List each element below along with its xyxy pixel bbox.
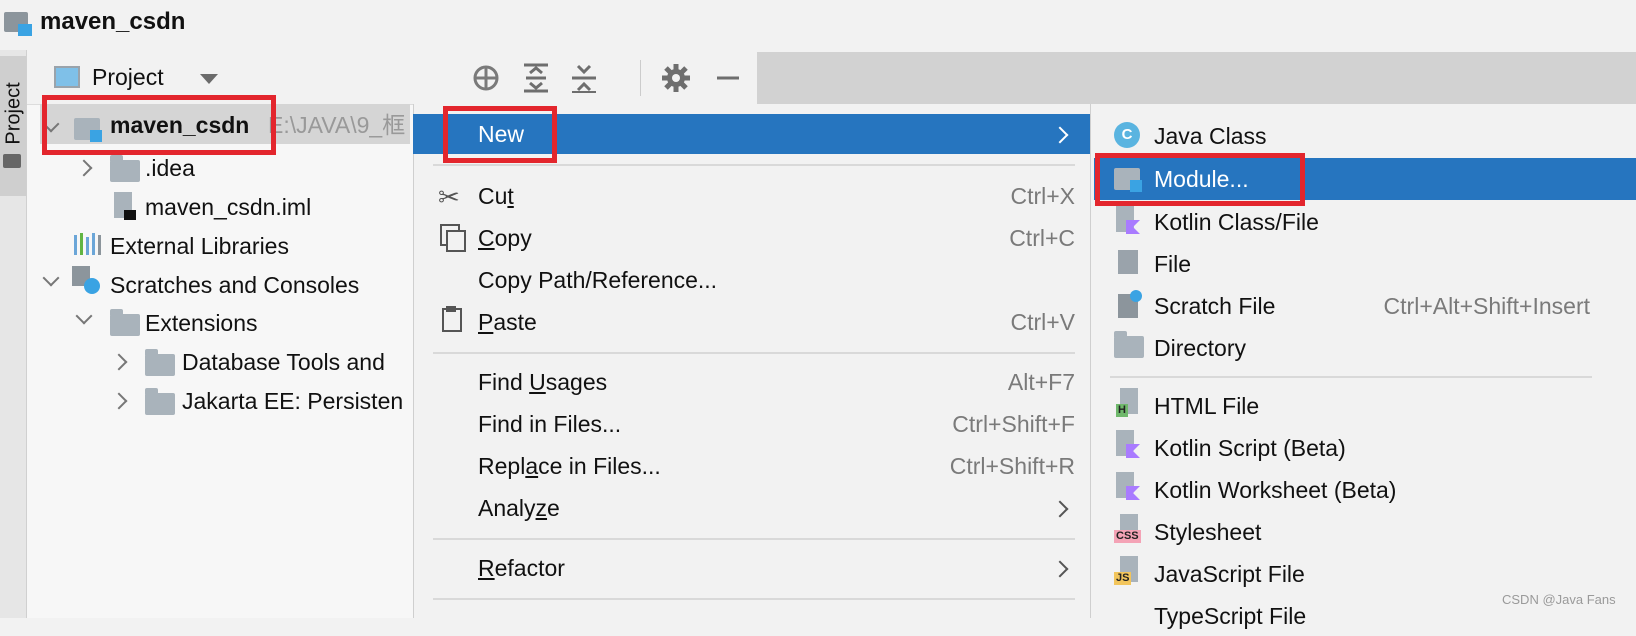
folder-icon (145, 349, 175, 376)
window-title: maven_csdn (40, 8, 186, 35)
watermark: CSDN @Java Fans (1502, 592, 1616, 607)
tree-item-jakarta-ee[interactable]: Jakarta EE: Persisten (182, 382, 403, 420)
kotlin-worksheet-icon (1116, 472, 1142, 502)
folder-icon (1114, 331, 1144, 358)
project-view-icon (54, 66, 80, 88)
tree-item-extensions[interactable]: Extensions (145, 304, 258, 342)
submenu-item-directory[interactable]: Directory (1154, 328, 1246, 368)
chevron-down-icon[interactable] (200, 74, 218, 84)
paste-icon (442, 306, 462, 332)
menu-separator (433, 598, 1075, 600)
scratches-icon (72, 266, 104, 296)
locate-icon[interactable] (470, 62, 502, 94)
submenu-item-kotlin-class[interactable]: Kotlin Class/File (1154, 202, 1319, 242)
tree-item-iml[interactable]: maven_csdn.iml (145, 188, 311, 226)
submenu-item-html-file[interactable]: HTML File (1154, 386, 1259, 426)
submenu-item-kotlin-script[interactable]: Kotlin Script (Beta) (1154, 428, 1346, 468)
stylesheet-icon: CSS (1114, 514, 1146, 544)
menu-item-analyze[interactable]: Analyze (478, 488, 560, 528)
shortcut-find-usages: Alt+F7 (1007, 369, 1075, 395)
shortcut-find-in-files: Ctrl+Shift+F (952, 411, 1075, 437)
folder-icon (110, 155, 140, 182)
submenu-item-kotlin-worksheet[interactable]: Kotlin Worksheet (Beta) (1154, 470, 1396, 510)
project-view-selector[interactable]: Project (92, 64, 164, 91)
scissors-icon: ✂ (438, 182, 460, 212)
collapse-all-icon[interactable] (568, 62, 600, 94)
menu-item-copy[interactable]: Copy (478, 218, 532, 258)
menu-item-find-in-files[interactable]: Find in Files... (478, 404, 621, 444)
scratch-file-icon (1116, 290, 1144, 320)
java-class-icon: C (1114, 122, 1140, 148)
expand-all-icon[interactable] (520, 62, 552, 94)
tree-item-database-tools[interactable]: Database Tools and (182, 343, 385, 381)
menu-item-find-usages[interactable]: Find Usages (478, 362, 607, 402)
javascript-file-icon: JS (1114, 556, 1146, 586)
folder-icon (3, 154, 21, 168)
menu-separator (433, 352, 1075, 354)
file-icon (1118, 250, 1138, 274)
shortcut-paste: Ctrl+V (1010, 309, 1075, 335)
highlight-box (42, 95, 276, 155)
hide-panel-icon[interactable] (712, 62, 744, 94)
folder-icon (145, 388, 175, 415)
project-folder-icon (4, 8, 34, 36)
highlight-box (443, 106, 557, 163)
submenu-item-scratch-file[interactable]: Scratch File (1154, 286, 1275, 326)
menu-item-replace-in-files[interactable]: Replace in Files... (478, 446, 661, 486)
menu-item-paste[interactable]: Paste (478, 302, 537, 342)
title-bar (0, 0, 1636, 50)
editor-area (757, 52, 1636, 104)
iml-file-icon (114, 192, 136, 222)
submenu-item-java-class[interactable]: Java Class (1154, 116, 1266, 156)
menu-item-cut[interactable]: Cut (478, 176, 514, 216)
shortcut-scratch-file: Ctrl+Alt+Shift+Insert (1383, 293, 1590, 319)
tree-item-root-path: E:\JAVA\9_框 (268, 112, 406, 138)
toolbar-separator (640, 60, 641, 96)
menu-item-refactor[interactable]: Refactor (478, 548, 565, 588)
submenu-item-typescript-file[interactable]: TypeScript File (1154, 596, 1306, 636)
menu-item-copy-path[interactable]: Copy Path/Reference... (478, 260, 717, 300)
submenu-item-javascript-file[interactable]: JavaScript File (1154, 554, 1305, 594)
tree-item-scratches[interactable]: Scratches and Consoles (110, 266, 359, 304)
menu-separator (433, 538, 1075, 540)
shortcut-cut: Ctrl+X (1010, 183, 1075, 209)
menu-separator (433, 164, 1075, 166)
copy-icon (440, 224, 466, 252)
submenu-item-file[interactable]: File (1154, 244, 1191, 284)
highlight-box (1095, 153, 1305, 206)
menu-separator (1110, 376, 1592, 378)
gear-icon[interactable] (660, 62, 692, 94)
shortcut-replace-in-files: Ctrl+Shift+R (949, 453, 1075, 479)
tree-item-idea[interactable]: .idea (145, 149, 195, 187)
libraries-icon (74, 233, 104, 255)
shortcut-copy: Ctrl+C (1009, 225, 1075, 251)
html-file-icon: H (1116, 388, 1144, 418)
tree-item-external-libraries[interactable]: External Libraries (110, 227, 289, 265)
folder-icon (110, 309, 140, 336)
kotlin-file-icon (1116, 206, 1142, 236)
submenu-item-stylesheet[interactable]: Stylesheet (1154, 512, 1261, 552)
project-tool-window-label: Project (2, 82, 25, 145)
kotlin-script-icon (1116, 430, 1142, 460)
